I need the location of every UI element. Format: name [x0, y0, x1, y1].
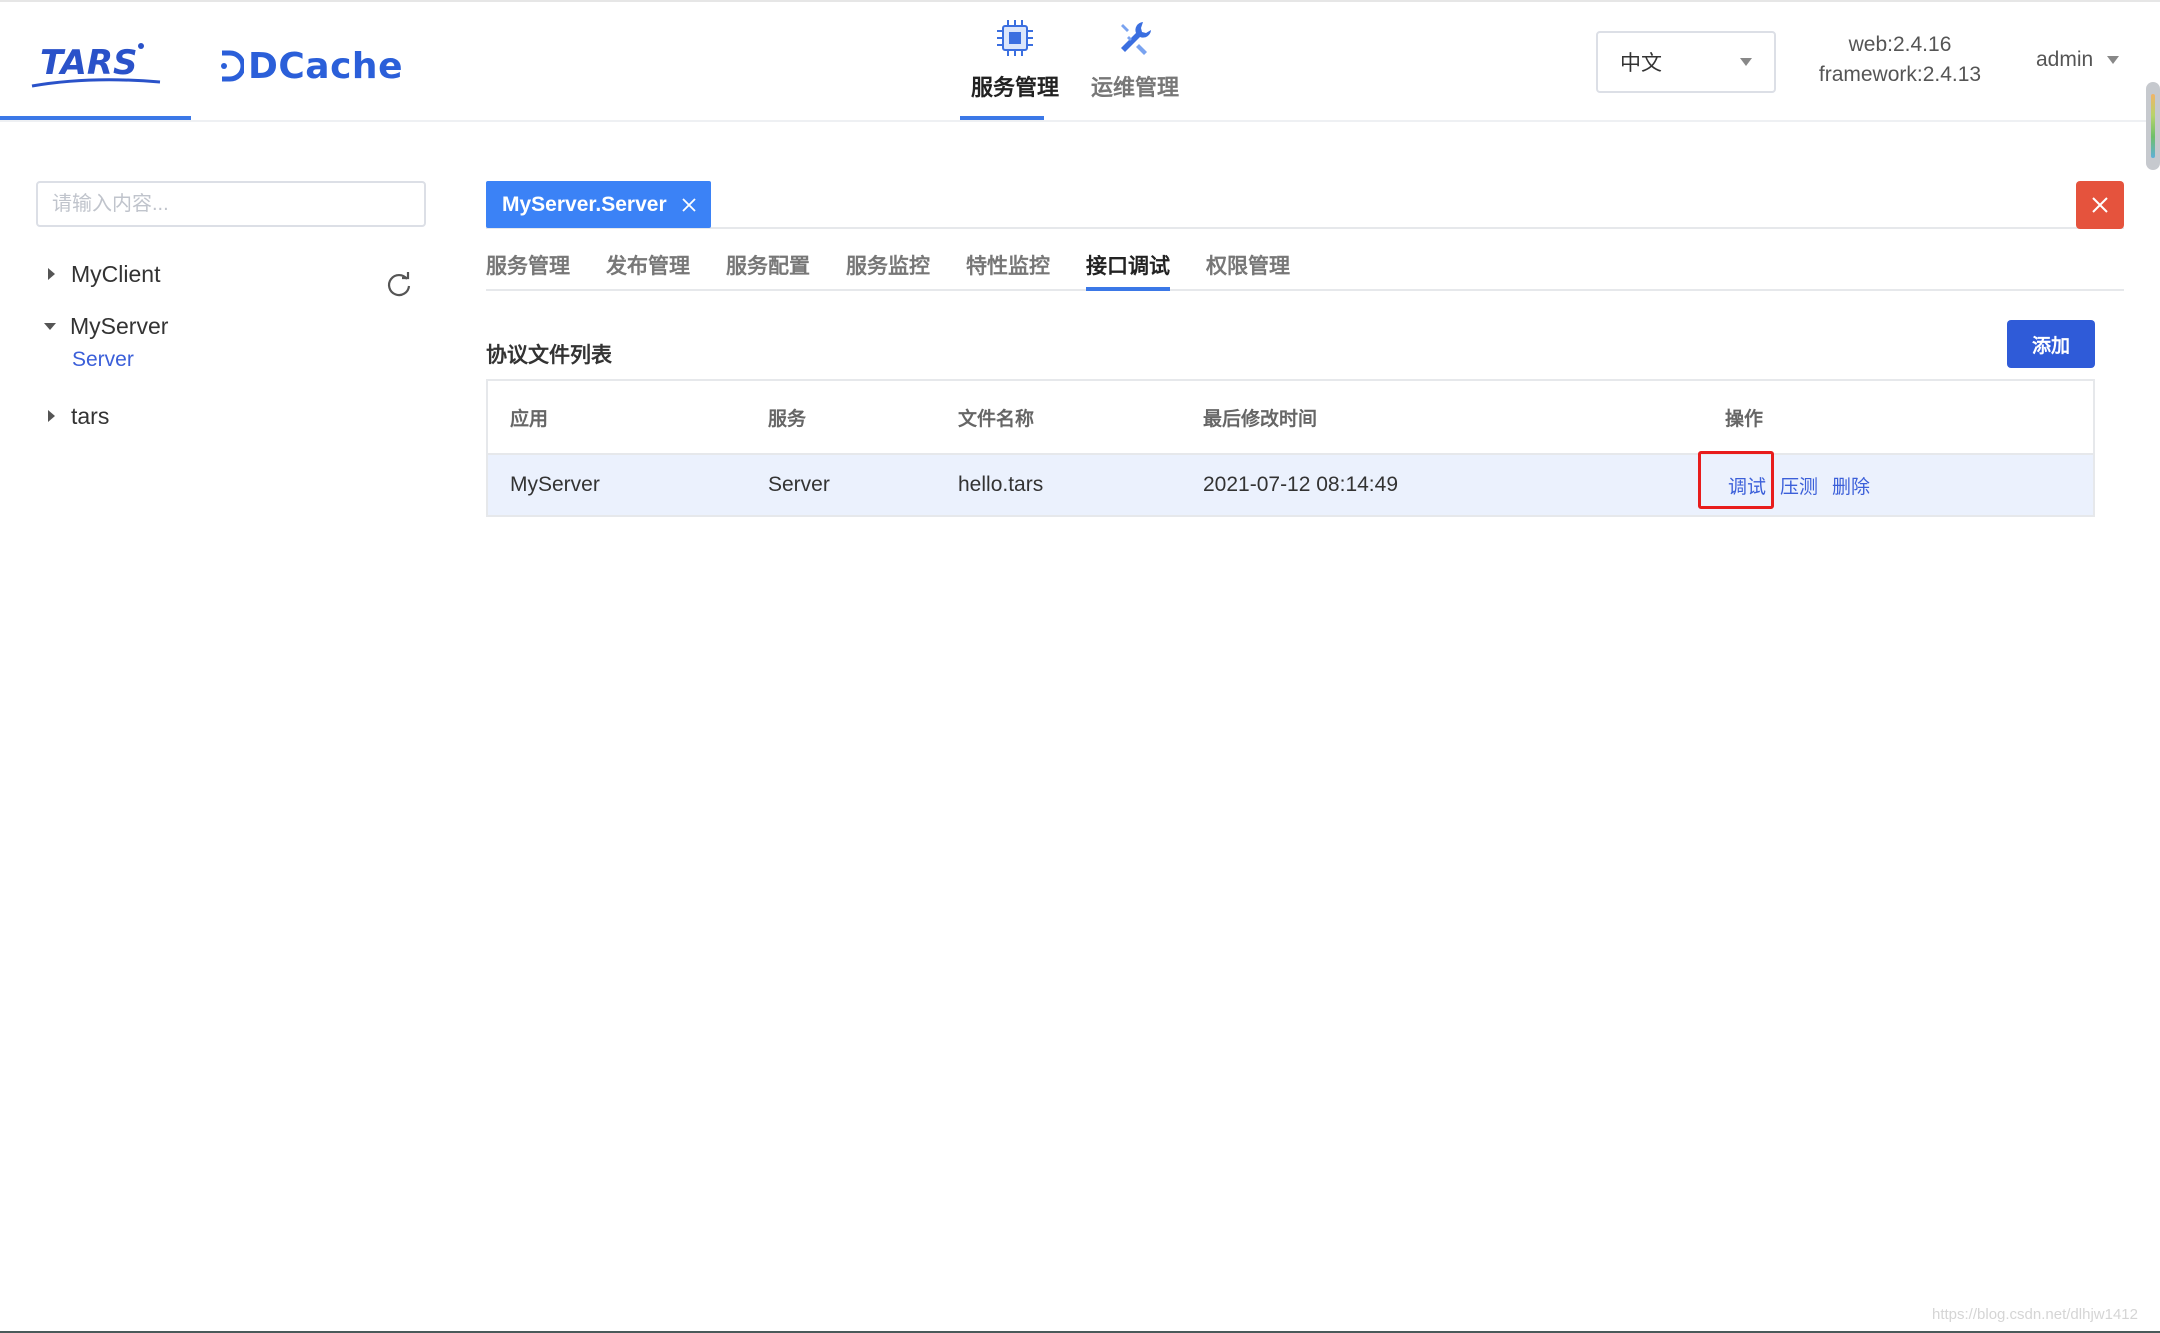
top-nav-service-management[interactable]: 服务管理	[955, 18, 1075, 120]
dcache-logo[interactable]: DCache	[218, 44, 403, 88]
add-button[interactable]: 添加	[2007, 320, 2095, 368]
tree-search-input[interactable]	[36, 181, 426, 227]
chevron-down-icon	[1740, 58, 1752, 66]
top-nav-service-management-label: 服务管理	[970, 75, 1059, 100]
top-nav: 服务管理 运维管理	[955, 18, 1195, 120]
top-nav-ops-management[interactable]: 运维管理	[1075, 18, 1195, 120]
cell-server: Server	[768, 473, 830, 496]
cell-app: MyServer	[510, 473, 600, 496]
close-all-tags-button[interactable]	[2076, 181, 2124, 229]
user-name: admin	[2036, 48, 2094, 71]
server-tree: MyClient MyServer Server tars	[40, 256, 420, 450]
tree-item-myserver[interactable]: MyServer	[40, 308, 420, 344]
column-header-modified: 最后修改时间	[1203, 408, 1318, 430]
section-title: 协议文件列表	[486, 344, 612, 367]
open-tags-bar: MyServer.Server	[486, 181, 2124, 229]
table-header: 应用 服务 文件名称 最后修改时间 操作	[488, 381, 2093, 455]
tab-service-monitor[interactable]: 服务监控	[846, 229, 930, 289]
chevron-down-icon	[2107, 56, 2120, 64]
tab-service-config[interactable]: 服务配置	[726, 229, 810, 289]
version-info: web:2.4.16 framework:2.4.13	[1810, 30, 1990, 90]
framework-version: framework:2.4.13	[1818, 63, 1982, 86]
user-menu[interactable]: admin	[2036, 48, 2120, 72]
close-icon	[2092, 197, 2108, 213]
language-select[interactable]: 中文	[1596, 31, 1776, 93]
debug-link[interactable]: 调试	[1728, 472, 1766, 499]
server-tag[interactable]: MyServer.Server	[486, 181, 711, 228]
web-version: web:2.4.16	[1848, 33, 1952, 56]
column-header-app: 应用	[510, 408, 549, 430]
svg-text:TARS: TARS	[40, 43, 138, 83]
caret-right-icon	[48, 410, 55, 422]
watermark: https://blog.csdn.net/dlhjw1412	[1932, 1306, 2138, 1323]
tars-logo-active-underline	[0, 116, 191, 120]
chip-icon	[997, 20, 1033, 56]
top-nav-ops-management-label: 运维管理	[1090, 75, 1179, 100]
delete-link[interactable]: 删除	[1832, 472, 1870, 499]
tree-item-label: Server	[72, 348, 134, 371]
tab-service-management[interactable]: 服务管理	[486, 229, 570, 289]
table-row[interactable]: MyServer Server hello.tars 2021-07-12 08…	[488, 451, 2093, 515]
protocol-file-table: 应用 服务 文件名称 最后修改时间 操作 MyServer Server hel…	[486, 379, 2095, 517]
column-header-actions: 操作	[1725, 408, 1764, 430]
server-tag-label: MyServer.Server	[502, 192, 667, 216]
caret-down-icon	[44, 322, 56, 330]
tab-interface-debug[interactable]: 接口调试	[1086, 229, 1170, 291]
section-header: 协议文件列表 添加	[486, 291, 2124, 379]
tab-permission-management[interactable]: 权限管理	[1206, 229, 1290, 289]
tars-logo[interactable]: TARS	[30, 40, 165, 90]
cell-modified: 2021-07-12 08:14:49	[1203, 473, 1398, 496]
main-content: MyServer.Server 服务管理 发布管理 服务配置 服务监控 特性监控…	[486, 181, 2124, 517]
column-header-file: 文件名称	[958, 408, 1035, 430]
tree-item-tars[interactable]: tars	[40, 398, 420, 434]
tree-item-label: MyServer	[70, 312, 169, 339]
header-top-border	[0, 0, 2160, 2]
cell-file: hello.tars	[958, 473, 1044, 496]
tree-item-myclient[interactable]: MyClient	[40, 256, 420, 292]
caret-right-icon	[48, 268, 55, 280]
tree-item-label: MyClient	[71, 260, 161, 287]
stress-test-link[interactable]: 压测	[1780, 472, 1818, 499]
wrench-icon	[1121, 22, 1151, 55]
dcache-logo-text: DCache	[248, 45, 403, 87]
tree-item-myserver-server[interactable]: Server	[40, 348, 420, 380]
dcache-mark-icon	[221, 50, 244, 82]
page-scrollbar[interactable]	[2146, 82, 2160, 170]
server-tabs: 服务管理 发布管理 服务配置 服务监控 特性监控 接口调试 权限管理	[486, 229, 2124, 291]
tab-publish-management[interactable]: 发布管理	[606, 229, 690, 289]
top-header: TARS DCache 服务管理 运维管理 中文 web:2.4.16 fram…	[0, 0, 2160, 122]
row-actions: 调试 压测 删除	[1728, 472, 1884, 499]
language-select-value: 中文	[1620, 52, 1662, 75]
column-header-server: 服务	[768, 408, 807, 430]
tab-feature-monitor[interactable]: 特性监控	[966, 229, 1050, 289]
tree-item-label: tars	[71, 402, 110, 429]
close-icon[interactable]	[681, 197, 697, 213]
